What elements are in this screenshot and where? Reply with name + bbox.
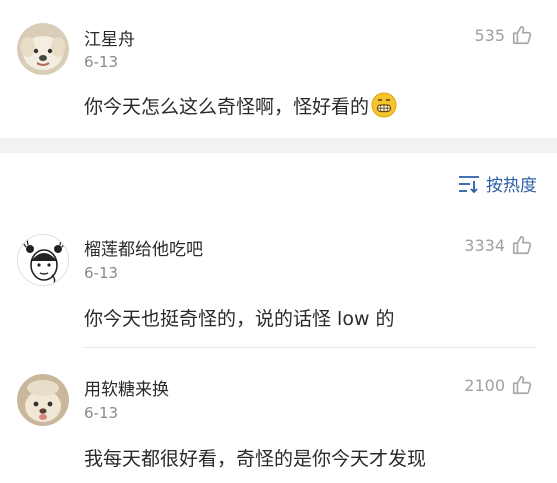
like-button[interactable]: 3334 bbox=[464, 234, 533, 256]
comment-item: 榴莲都给他吃吧 6-13 3334 你今天也挺奇怪的，说的话怪 low 的 bbox=[0, 220, 557, 350]
section-divider bbox=[0, 138, 557, 153]
sort-button[interactable]: 按热度 bbox=[458, 171, 537, 196]
comment-text-content: 你今天怎么这么奇怪啊，怪好看的 bbox=[84, 96, 370, 118]
like-count: 2100 bbox=[464, 375, 505, 395]
thumbs-up-icon bbox=[512, 235, 532, 255]
avatar[interactable] bbox=[17, 374, 69, 426]
like-button[interactable]: 535 bbox=[474, 24, 533, 46]
comment-date: 6-13 bbox=[84, 404, 119, 422]
avatar[interactable] bbox=[17, 23, 69, 75]
username[interactable]: 江星舟 bbox=[84, 25, 135, 50]
like-count: 535 bbox=[474, 25, 505, 45]
comment-text: 你今天也挺奇怪的，说的话怪 low 的 bbox=[84, 308, 395, 330]
comment-text: 我每天都很好看，奇怪的是你今天才发现 bbox=[84, 448, 427, 470]
top-comment: 江星舟 6-13 535 你今天怎么这么奇怪啊，怪好看的 bbox=[0, 0, 557, 138]
thumbs-up-icon bbox=[512, 25, 532, 45]
sort-label: 按热度 bbox=[486, 176, 537, 196]
like-button[interactable]: 2100 bbox=[464, 374, 533, 396]
sort-icon bbox=[459, 175, 479, 193]
grinning-face-icon bbox=[371, 92, 397, 118]
comment-date: 6-13 bbox=[84, 264, 119, 282]
like-count: 3334 bbox=[464, 235, 505, 255]
comment-item: 用软糖来换 6-13 2100 我每天都很好看，奇怪的是你今天才发现 bbox=[0, 360, 557, 483]
comment-date: 6-13 bbox=[84, 53, 119, 71]
username[interactable]: 榴莲都给他吃吧 bbox=[84, 235, 203, 260]
comment-text: 你今天怎么这么奇怪啊，怪好看的 bbox=[84, 92, 397, 119]
row-divider bbox=[84, 347, 537, 348]
username[interactable]: 用软糖来换 bbox=[84, 375, 169, 400]
thumbs-up-icon bbox=[512, 375, 532, 395]
avatar[interactable] bbox=[17, 234, 69, 286]
